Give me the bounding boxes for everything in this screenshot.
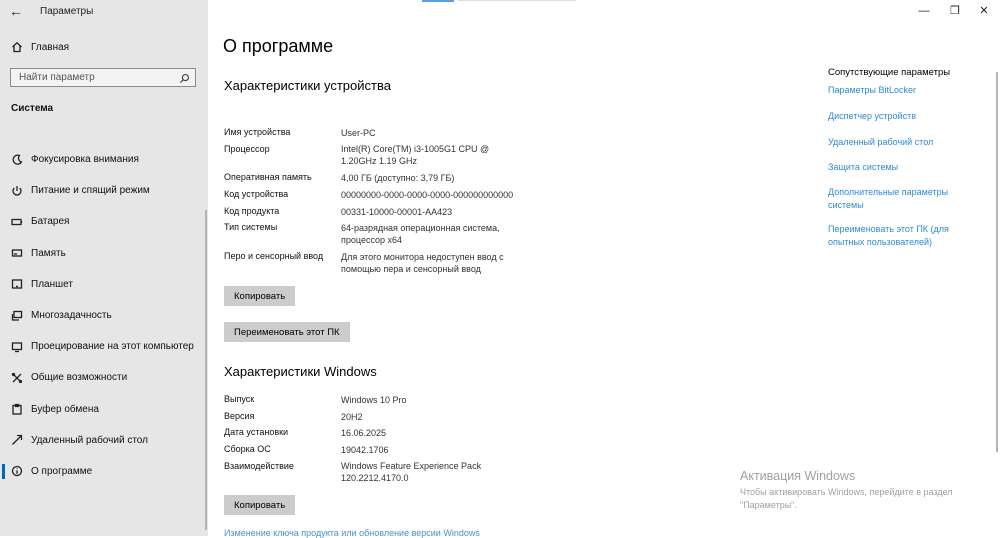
- spec-label: Сборка ОС: [224, 444, 271, 454]
- shared-icon: [10, 371, 24, 385]
- search-input[interactable]: [11, 69, 179, 86]
- sidebar-item-multitasking[interactable]: Многозадачность: [0, 300, 208, 331]
- top-indicator: [422, 0, 454, 2]
- spec-value: Для этого монитора недоступен ввод с пом…: [341, 252, 504, 274]
- sidebar-nav: Фокусировка внимания Питание и спящий ре…: [0, 144, 208, 487]
- spec-label: Тип системы: [224, 222, 278, 232]
- spec-label: Имя устройства: [224, 127, 291, 137]
- power-icon: [10, 184, 24, 198]
- spec-value: 20H2: [341, 412, 363, 422]
- device-manager-link[interactable]: Диспетчер устройств: [828, 110, 968, 123]
- sidebar-item-projecting[interactable]: Проецирование на этот компьютер: [0, 331, 208, 362]
- titlebar: ← Параметры: [0, 0, 208, 24]
- sidebar-item-about[interactable]: О программе: [0, 456, 208, 487]
- project-icon: [10, 340, 24, 354]
- sidebar-item-label: Главная: [31, 41, 70, 53]
- page-title: О программе: [223, 36, 334, 56]
- sidebar-item-battery[interactable]: Батарея: [0, 206, 208, 237]
- info-icon: [10, 464, 24, 478]
- close-icon[interactable]: ✕: [970, 2, 998, 20]
- spec-value: 00000000-0000-0000-0000-000000000000: [341, 190, 514, 200]
- section-title: Система: [11, 103, 54, 114]
- main-content: — ❐ ✕ О программе Характеристики устройс…: [208, 0, 1000, 538]
- related-settings-title: Сопутствующие параметры: [828, 67, 951, 78]
- spec-value: 16.06.2025: [341, 428, 387, 438]
- spec-value: User-PC: [341, 128, 376, 138]
- maximize-icon[interactable]: ❐: [941, 2, 969, 20]
- rename-pc-advanced-link[interactable]: Переименовать этот ПК (для опытных польз…: [828, 223, 958, 248]
- sidebar: ← Параметры Главная Система Фокусировка …: [0, 0, 208, 536]
- tablet-icon: [10, 277, 24, 291]
- sidebar-item-label: Батарея: [31, 216, 70, 228]
- sidebar-item-clipboard[interactable]: Буфер обмена: [0, 394, 208, 425]
- copy-device-button[interactable]: Копировать: [224, 286, 296, 306]
- change-product-key-link[interactable]: Изменение ключа продукта или обновление …: [224, 528, 480, 538]
- spec-label: Код продукта: [224, 206, 280, 216]
- sidebar-item-remote-desktop[interactable]: Удаленный рабочий стол: [0, 425, 208, 456]
- sidebar-item-label: О программе: [31, 465, 93, 477]
- rename-pc-button[interactable]: Переименовать этот ПК: [224, 322, 350, 342]
- spec-value: Intel(R) Core(TM) i3-1005G1 CPU @ 1.20GH…: [341, 144, 490, 166]
- sidebar-item-label: Многозадачность: [31, 310, 112, 322]
- windows-specs-heading: Характеристики Windows: [224, 364, 377, 379]
- search-box[interactable]: [10, 68, 196, 87]
- main-scrollbar[interactable]: [996, 72, 998, 452]
- sidebar-scrollbar[interactable]: [205, 210, 207, 530]
- spec-value: 19042.1706: [341, 445, 389, 455]
- app-title: Параметры: [40, 6, 94, 17]
- copy-windows-button[interactable]: Копировать: [224, 495, 296, 515]
- spec-label: Версия: [224, 411, 255, 421]
- spec-label: Код устройства: [224, 189, 289, 199]
- spec-label: Выпуск: [224, 394, 255, 404]
- top-indicator-track: [458, 0, 576, 1]
- spec-label: Перо и сенсорный ввод: [224, 251, 324, 261]
- sidebar-item-label: Проецирование на этот компьютер: [31, 341, 194, 353]
- spec-label: Процессор: [224, 144, 270, 154]
- sidebar-item-label: Питание и спящий режим: [31, 185, 150, 197]
- sidebar-item-shared-experiences[interactable]: Общие возможности: [0, 362, 208, 393]
- home-icon: [10, 40, 24, 54]
- bitlocker-link[interactable]: Параметры BitLocker: [828, 84, 968, 97]
- remote-desktop-icon: [10, 433, 24, 447]
- advanced-system-settings-link[interactable]: Дополнительные параметры системы: [828, 186, 963, 211]
- moon-icon: [10, 153, 24, 167]
- spec-label: Взаимодействие: [224, 461, 294, 471]
- sidebar-item-home[interactable]: Главная: [0, 36, 208, 58]
- sidebar-item-tablet[interactable]: Планшет: [0, 269, 208, 300]
- sidebar-item-label: Удаленный рабочий стол: [31, 434, 148, 446]
- spec-label: Оперативная память: [224, 172, 312, 182]
- spec-value: 64-разрядная операционная система, проце…: [341, 223, 500, 245]
- device-specs-heading: Характеристики устройства: [224, 78, 391, 93]
- back-arrow-icon[interactable]: ←: [6, 2, 26, 20]
- sidebar-item-storage[interactable]: Память: [0, 238, 208, 269]
- activation-watermark-text: Чтобы активировать Windows, перейдите в …: [740, 487, 953, 510]
- sidebar-item-focus-assist[interactable]: Фокусировка внимания: [0, 144, 208, 175]
- storage-icon: [10, 246, 24, 260]
- sidebar-item-label: Буфер обмена: [31, 403, 99, 415]
- system-protection-link[interactable]: Защита системы: [828, 161, 968, 174]
- sidebar-item-label: Память: [31, 247, 66, 259]
- clipboard-icon: [10, 402, 24, 416]
- spec-value: 4,00 ГБ (доступно: 3,79 ГБ): [341, 173, 455, 183]
- minimize-icon[interactable]: —: [910, 2, 938, 20]
- spec-label: Дата установки: [224, 427, 289, 437]
- activation-watermark-title: Активация Windows: [740, 469, 856, 483]
- sidebar-item-label: Общие возможности: [31, 372, 128, 384]
- remote-desktop-link[interactable]: Удаленный рабочий стол: [828, 136, 968, 149]
- spec-value: Windows 10 Pro: [341, 395, 407, 405]
- battery-icon: [10, 215, 24, 229]
- sidebar-item-power[interactable]: Питание и спящий режим: [0, 175, 208, 206]
- search-icon[interactable]: [179, 71, 191, 84]
- spec-value: Windows Feature Experience Pack 120.2212…: [341, 461, 482, 483]
- spec-value: 00331-10000-00001-AA423: [341, 207, 453, 217]
- multitask-icon: [10, 309, 24, 323]
- sidebar-item-label: Фокусировка внимания: [31, 154, 139, 166]
- sidebar-item-label: Планшет: [31, 278, 73, 290]
